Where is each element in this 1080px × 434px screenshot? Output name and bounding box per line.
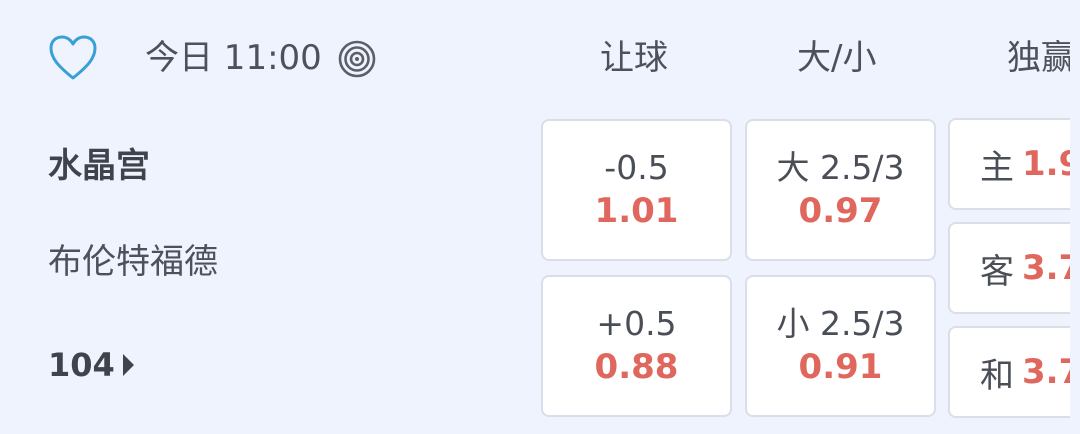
over-odds: 0.97 xyxy=(798,191,883,231)
match-date-time: 今日 11:00 xyxy=(145,38,322,78)
under-odds-button[interactable]: 小 2.5/3 0.91 xyxy=(745,275,936,417)
win-draw-odds-button[interactable]: 和 3.7 xyxy=(948,326,1080,418)
target-icon[interactable] xyxy=(338,40,376,78)
win-draw-label: 和 xyxy=(980,355,1014,396)
home-team-name: 水晶宫 xyxy=(48,146,150,186)
win-home-odds-button[interactable]: 主 1.9 xyxy=(948,118,1080,210)
over-odds-button[interactable]: 大 2.5/3 0.97 xyxy=(745,119,936,261)
more-markets-link[interactable]: 104 xyxy=(48,345,134,385)
caret-right-icon xyxy=(122,354,134,376)
column-header-handicap: 让球 xyxy=(600,38,668,78)
handicap-away-line: +0.5 xyxy=(596,304,677,343)
handicap-away-odds: 0.88 xyxy=(594,347,679,387)
under-line: 小 2.5/3 xyxy=(776,304,905,343)
handicap-home-line: -0.5 xyxy=(604,148,669,187)
win-away-label: 客 xyxy=(980,251,1014,292)
favorite-heart-icon[interactable] xyxy=(48,34,98,82)
handicap-home-odds-button[interactable]: -0.5 1.01 xyxy=(541,119,732,261)
over-line: 大 2.5/3 xyxy=(776,148,905,187)
away-team-name: 布伦特福德 xyxy=(48,242,218,282)
under-odds: 0.91 xyxy=(798,347,883,387)
win-away-odds-button[interactable]: 客 3.7 xyxy=(948,222,1080,314)
more-markets-count: 104 xyxy=(48,346,115,384)
handicap-home-odds: 1.01 xyxy=(594,191,679,231)
column-header-over-under: 大/小 xyxy=(797,38,877,78)
win-home-label: 主 xyxy=(980,147,1014,188)
column-header-win: 独赢 xyxy=(1007,38,1075,78)
scroll-clip-edge xyxy=(1070,0,1080,434)
handicap-away-odds-button[interactable]: +0.5 0.88 xyxy=(541,275,732,417)
